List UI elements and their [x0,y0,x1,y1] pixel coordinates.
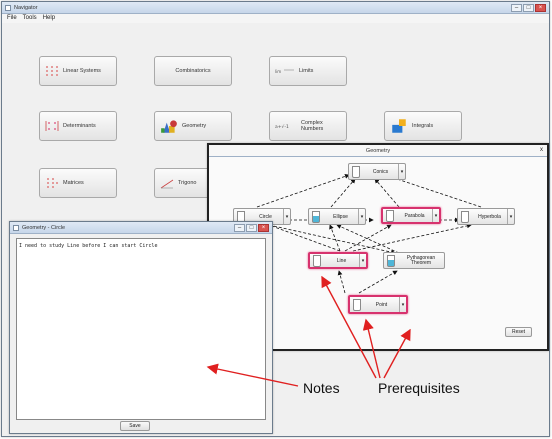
node-label: Line [336,257,347,264]
node-conics[interactable]: Conics ▾ [348,163,406,180]
topic-label: Geometry [182,123,207,129]
notes-textarea[interactable]: I need to study Line before I can start … [16,238,266,420]
flask-icon [313,254,321,267]
navigator-titlebar: Navigator – □ × [2,2,549,14]
node-label: Conics [372,168,389,175]
menu-bar: File Tools Help [2,14,549,23]
linear-systems-icon [46,66,58,76]
close-button[interactable]: × [535,3,546,12]
topic-limits[interactable]: lim Limits [269,56,347,86]
svg-text:lim: lim [275,69,281,74]
topic-label: Complex Numbers [301,120,324,132]
node-label: Point [375,301,388,308]
navigator-title: Navigator [14,4,38,11]
node-pythagorean-theorem[interactable]: Pythagorean Theorem [383,252,445,269]
topic-complex-numbers[interactable]: a+√-1 Complex Numbers [269,111,347,141]
topic-geometry[interactable]: Geometry [154,111,232,141]
complex-numbers-icon: a+√-1 [275,124,289,130]
node-line[interactable]: Line ▾ [308,252,368,269]
trigonometry-icon [160,179,174,189]
geometry-icon [161,120,177,133]
flask-icon [352,165,360,178]
node-point[interactable]: Point ▾ [348,295,408,314]
limits-icon: lim [275,69,294,74]
chevron-down-icon[interactable]: ▾ [283,209,290,224]
annotation-prerequisites: Prerequisites [378,380,460,396]
topic-determinants[interactable]: Determinants [39,111,117,141]
menu-help[interactable]: Help [43,15,55,22]
menu-file[interactable]: File [7,15,17,22]
node-ellipse[interactable]: Ellipse ▾ [308,208,366,225]
maximize-button[interactable]: □ [523,3,534,12]
notes-window: Geometry - Circle – □ × I need to study … [9,221,273,434]
chevron-down-icon[interactable]: ▾ [507,209,514,224]
integrals-icon [392,119,406,133]
notes-title: Geometry - Circle [22,224,66,231]
chevron-down-icon[interactable]: ▾ [358,209,365,224]
topic-integrals[interactable]: Integrals [384,111,462,141]
chevron-down-icon[interactable]: ▾ [359,254,366,267]
topic-label: Integrals [412,123,434,129]
flask-icon [387,254,395,267]
node-hyperbola[interactable]: Hyperbola ▾ [457,208,515,225]
app-icon [5,4,11,11]
topic-matrices[interactable]: Matrices [39,168,117,198]
menu-tools[interactable]: Tools [23,15,37,22]
node-label: Pythagorean Theorem [406,254,436,266]
topic-combinatorics[interactable]: Combinatorics [154,56,232,86]
minimize-button[interactable]: – [234,223,245,232]
minimize-button[interactable]: – [511,3,522,12]
reset-button[interactable]: Reset [505,327,532,337]
save-button[interactable]: Save [120,421,150,431]
topic-label: Trigono [178,180,197,186]
topic-linear-systems[interactable]: Linear Systems [39,56,117,86]
close-button[interactable]: × [258,223,269,232]
maximize-button[interactable]: □ [246,223,257,232]
node-label: Hyperbola [478,213,501,220]
chevron-down-icon[interactable]: ▾ [399,297,406,312]
matrices-icon [47,178,58,188]
geometry-close-button[interactable]: x [540,147,543,153]
topic-label: Combinatorics [175,68,211,74]
topic-label: Limits [299,68,314,74]
chevron-down-icon[interactable]: ▾ [398,164,405,179]
flask-icon [386,209,394,222]
chevron-down-icon[interactable]: ▾ [432,209,439,222]
topic-label: Matrices [63,180,84,186]
annotation-notes: Notes [303,380,340,396]
flask-icon [312,210,320,223]
topic-label: Linear Systems [63,68,101,74]
determinants-icon [45,121,59,131]
notes-titlebar: Geometry - Circle – □ × [10,222,272,234]
flask-icon [461,210,469,223]
app-icon [13,224,19,231]
svg-text:a+√-1: a+√-1 [275,124,289,130]
flask-icon [353,298,361,311]
topic-label: Determinants [63,123,96,129]
node-label: Circle [259,213,272,220]
node-parabola[interactable]: Parabola ▾ [381,207,441,224]
node-label: Ellipse [333,213,348,220]
geometry-titlebar: Geometry x [209,145,547,157]
node-label: Parabola [404,212,425,219]
geometry-title: Geometry [365,147,391,154]
